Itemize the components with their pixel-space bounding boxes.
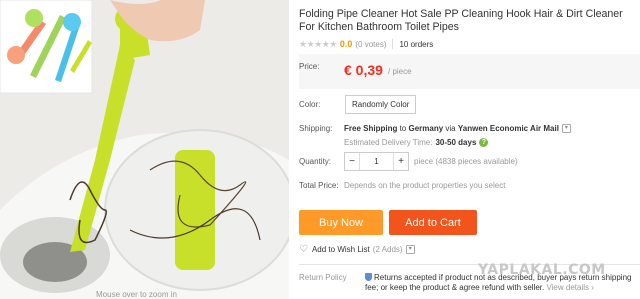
shipping-to-text: to — [399, 124, 407, 133]
delivery-estimate: Estimated Delivery Time: 30-50 days ? — [344, 138, 489, 147]
return-policy-label: Return Policy — [299, 273, 347, 282]
wish-count: (2 Adds) — [372, 245, 403, 254]
quantity-label: Quantity: — [299, 157, 332, 166]
votes-link[interactable]: (0 votes) — [355, 40, 386, 49]
price-value: € 0,39 — [344, 62, 383, 78]
total-price-label: Total Price: — [299, 181, 339, 190]
delivery-label: Estimated Delivery Time: — [344, 138, 433, 147]
chevron-down-icon[interactable]: ▾ — [405, 245, 415, 254]
wish-list-row[interactable]: ♡ Add to Wish List (2 Adds) ▾ — [299, 244, 415, 255]
product-photo — [0, 0, 289, 299]
rating-row: ★★★★★ 0.0 (0 votes) 10 orders — [299, 38, 433, 50]
shipping-label: Shipping: — [299, 124, 333, 133]
chevron-down-icon[interactable]: ▾ — [561, 124, 571, 133]
product-image[interactable] — [0, 0, 289, 299]
star-rating-icon: ★★★★★ — [299, 38, 337, 49]
watermark: YAPLAKAL.COM — [478, 262, 606, 278]
delivery-value: 30-50 days — [435, 138, 477, 147]
decrement-button[interactable]: − — [345, 156, 359, 167]
price-unit: / piece — [388, 67, 412, 76]
increment-button[interactable]: + — [394, 156, 408, 167]
shield-icon — [365, 273, 372, 281]
shipping-via-text: via — [445, 124, 456, 133]
view-details-link[interactable]: View details › — [546, 283, 593, 292]
color-label: Color: — [299, 100, 321, 109]
product-title: Folding Pipe Cleaner Hot Sale PP Cleanin… — [299, 8, 623, 33]
total-price-note: Depends on the product properties you se… — [344, 181, 506, 190]
quantity-available: piece (4838 pieces available) — [414, 157, 518, 166]
price-label: Price: — [299, 62, 320, 71]
rating-score: 0.0 — [339, 39, 353, 49]
color-option-button[interactable]: Randomly Color — [345, 95, 417, 114]
add-to-cart-button[interactable]: Add to Cart — [389, 210, 477, 235]
shipping-country: Germany — [408, 124, 444, 133]
quantity-stepper: − 1 + — [344, 152, 409, 171]
zoom-hint: Mouse over to zoom in — [96, 290, 177, 299]
shipping-info[interactable]: Free Shipping to Germany via Yanwen Econ… — [344, 124, 571, 133]
orders-count: 10 orders — [399, 39, 434, 49]
free-shipping-text: Free Shipping — [344, 124, 398, 133]
shipping-carrier: Yanwen Economic Air Mail — [457, 124, 559, 133]
heart-icon: ♡ — [299, 244, 308, 255]
buy-now-button[interactable]: Buy Now — [299, 210, 383, 235]
help-icon[interactable]: ? — [479, 138, 489, 147]
product-details: Folding Pipe Cleaner Hot Sale PP Cleanin… — [299, 0, 640, 299]
rating-divider — [392, 39, 394, 49]
quantity-input[interactable]: 1 — [359, 153, 394, 170]
wish-list-link[interactable]: Add to Wish List — [312, 245, 370, 254]
